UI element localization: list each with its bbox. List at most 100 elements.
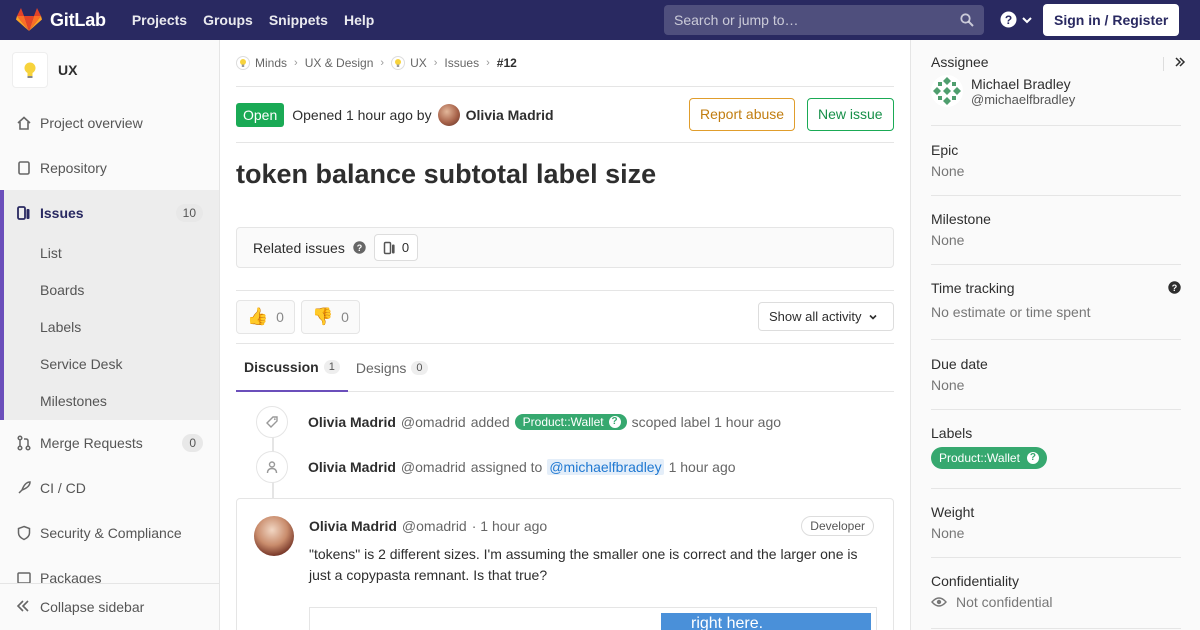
project-header[interactable]: UX <box>0 40 219 100</box>
author-avatar[interactable] <box>437 103 460 126</box>
tab-designs[interactable]: Designs 0 <box>348 344 436 392</box>
question-circle-icon[interactable]: ? <box>353 241 366 254</box>
breadcrumb-issues[interactable]: Issues <box>444 56 479 70</box>
note-author[interactable]: Olivia Madrid <box>308 414 396 430</box>
issues-icon <box>383 241 395 254</box>
note-author[interactable]: Olivia Madrid <box>308 459 396 475</box>
sidebar-item-ci-cd[interactable]: CI / CD <box>0 465 219 510</box>
issues-icon <box>16 205 32 221</box>
breadcrumb-current-issue[interactable]: #12 <box>497 56 517 70</box>
brand-name: GitLab <box>50 9 106 30</box>
chevron-down-icon <box>869 314 878 320</box>
note-action: assigned to <box>470 459 543 475</box>
assignee-name[interactable]: Michael Bradley <box>971 76 1075 92</box>
user-mention-link[interactable]: @michaelfbradley <box>547 459 664 475</box>
sidebar-subitem-labels[interactable]: Labels <box>4 309 219 346</box>
breadcrumb-minds[interactable]: Minds <box>236 56 287 70</box>
new-issue-button[interactable]: New issue <box>807 98 894 131</box>
sidebar-item-merge-requests[interactable]: Merge Requests 0 <box>0 420 219 465</box>
comment-author[interactable]: Olivia Madrid <box>309 518 397 534</box>
rocket-icon <box>16 480 32 496</box>
author-name[interactable]: Olivia Madrid <box>466 107 554 123</box>
assignee-row[interactable]: Michael Bradley @michaelfbradley <box>931 75 1181 107</box>
note-handle[interactable]: @omadrid <box>401 459 466 475</box>
scoped-label-badge[interactable]: Product::Wallet? <box>514 414 627 430</box>
search-input[interactable] <box>664 12 954 28</box>
sidebar-item-label: CI / CD <box>40 479 86 496</box>
note-action: added <box>470 414 510 430</box>
issue-right-sidebar: Assignee Michael Bradley @michaelfbradle… <box>910 40 1200 630</box>
issue-header: Open Opened 1 hour ago by Olivia Madrid … <box>236 87 894 143</box>
scoped-label-badge[interactable]: Product::Wallet? <box>931 447 1047 469</box>
confidentiality-value: Not confidential <box>956 594 1053 610</box>
due-date-header: Due date <box>931 356 988 372</box>
weight-value: None <box>931 525 965 541</box>
assignee-block: Assignee Michael Bradley @michaelfbradle… <box>931 54 1181 126</box>
opened-text: Opened 1 hour ago by <box>292 106 432 123</box>
breadcrumb-separator-icon: › <box>380 57 385 69</box>
breadcrumb-separator-icon: › <box>486 57 490 69</box>
sidebar-item-repository[interactable]: Repository <box>0 145 219 190</box>
confidentiality-block: Confidentiality Not confidential <box>931 573 1181 629</box>
issues-submenu: List Boards Labels Service Desk Mileston… <box>0 235 219 420</box>
thumbs-up-button[interactable]: 👍 0 <box>236 300 295 334</box>
project-sidebar: UX Project overview Repository Issues 10… <box>0 40 220 630</box>
tab-discussion[interactable]: Discussion 1 <box>236 344 348 392</box>
top-nav: Projects Groups Snippets Help <box>124 12 383 28</box>
breadcrumb: Minds › UX & Design › UX › Issues › #12 <box>236 40 894 87</box>
sidebar-item-security[interactable]: Security & Compliance <box>0 510 219 555</box>
search-icon[interactable] <box>960 13 974 27</box>
milestone-value: None <box>931 232 965 248</box>
nav-groups[interactable]: Groups <box>195 12 261 28</box>
nav-projects[interactable]: Projects <box>124 12 195 28</box>
sidebar-item-label: Merge Requests <box>40 434 143 451</box>
sidebar-subitem-list[interactable]: List <box>4 235 219 272</box>
breadcrumb-ux-design[interactable]: UX & Design <box>305 56 374 70</box>
time-tracking-value: No estimate or time spent <box>931 304 1091 320</box>
lightbulb-icon <box>24 62 36 78</box>
divider <box>236 290 894 291</box>
breadcrumb-ux[interactable]: UX <box>391 56 427 70</box>
help-dropdown[interactable]: ? <box>1000 11 1033 28</box>
related-issues-count[interactable]: 0 <box>373 234 419 261</box>
sidebar-subitem-service-desk[interactable]: Service Desk <box>4 346 219 383</box>
sidebar-item-project-overview[interactable]: Project overview <box>0 100 219 145</box>
sidebar-subitem-boards[interactable]: Boards <box>4 272 219 309</box>
svg-text:?: ? <box>1005 13 1012 27</box>
time-tracking-block: Time tracking ? No estimate or time spen… <box>931 280 1181 340</box>
system-note-label: Olivia Madrid @omadrid added Product::Wa… <box>256 406 781 438</box>
milestone-block: Milestone None <box>931 211 1181 265</box>
sidebar-item-issues[interactable]: Issues 10 <box>0 190 219 235</box>
sign-in-button[interactable]: Sign in / Register <box>1043 4 1180 36</box>
assignee-username[interactable]: @michaelfbradley <box>971 92 1075 107</box>
sidebar-item-label: Repository <box>40 159 107 176</box>
collapse-sidebar-button[interactable]: Collapse sidebar <box>0 583 219 630</box>
svg-text:?: ? <box>1172 283 1178 293</box>
collapse-sidebar-label: Collapse sidebar <box>40 599 145 615</box>
tag-icon <box>256 406 288 438</box>
status-badge: Open <box>236 102 285 127</box>
activity-filter-dropdown[interactable]: Show all activity <box>758 302 894 331</box>
nav-snippets[interactable]: Snippets <box>261 12 336 28</box>
assignee-header: Assignee <box>931 54 989 70</box>
comment-attachment-image[interactable]: right here. <box>309 607 877 630</box>
user-icon <box>256 451 288 483</box>
eye-icon <box>931 597 947 607</box>
note-handle[interactable]: @omadrid <box>401 414 466 430</box>
labels-header: Labels <box>931 425 973 441</box>
weight-block: Weight None <box>931 504 1181 558</box>
gitlab-brand[interactable]: GitLab <box>16 0 106 40</box>
comment-time[interactable]: · 1 hour ago <box>472 518 548 534</box>
epic-value: None <box>931 163 965 179</box>
breadcrumb-separator-icon: › <box>433 57 438 69</box>
thumbs-down-button[interactable]: 👎 0 <box>301 300 360 334</box>
related-issues-block: Related issues ? 0 <box>236 227 894 268</box>
comment-handle[interactable]: @omadrid <box>402 518 467 534</box>
note-suffix: 1 hour ago <box>668 459 736 475</box>
nav-help[interactable]: Help <box>336 12 382 28</box>
double-chevron-left-icon <box>16 599 30 616</box>
report-abuse-button[interactable]: Report abuse <box>689 98 796 131</box>
question-circle-icon[interactable]: ? <box>1168 281 1181 294</box>
sidebar-subitem-milestones[interactable]: Milestones <box>4 383 219 420</box>
avatar[interactable] <box>254 516 294 556</box>
